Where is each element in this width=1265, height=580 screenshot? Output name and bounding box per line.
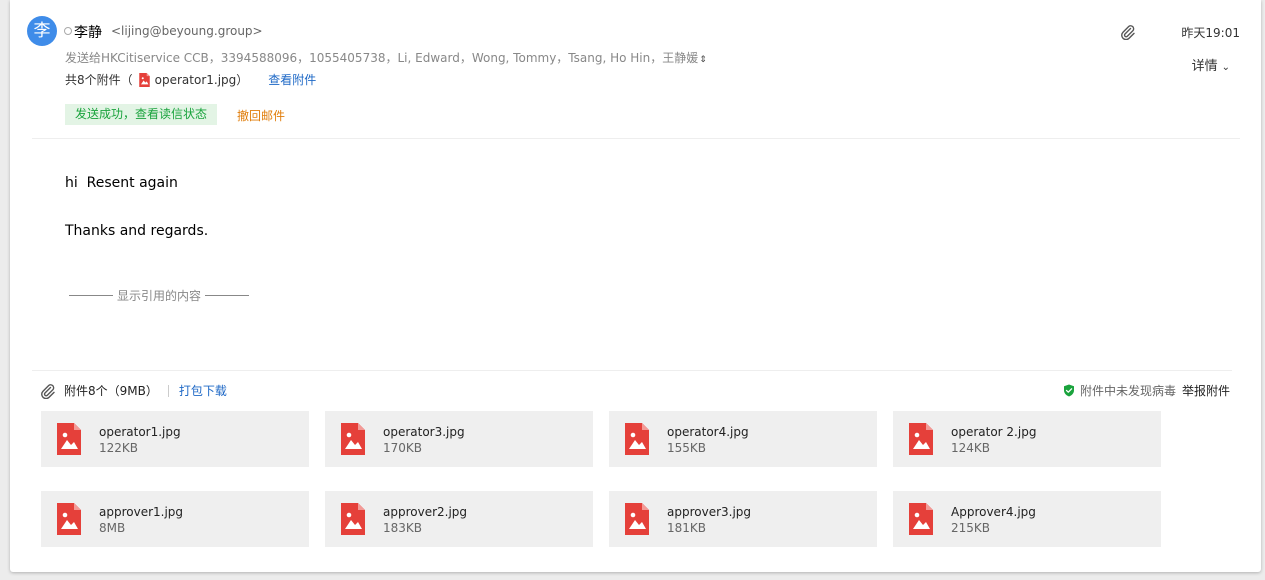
view-attachments-link[interactable]: 查看附件 (268, 71, 316, 88)
pack-download-link[interactable]: 打包下载 (179, 382, 227, 399)
attachment-size: 8MB (99, 521, 126, 535)
attachment-size: 155KB (667, 441, 707, 455)
header-divider (32, 138, 1240, 139)
expand-recipients-icon[interactable]: ⇕ (699, 55, 707, 65)
recall-mail-link[interactable]: 撤回邮件 (237, 107, 285, 124)
attachments-count-label: 附件8个（9MB） (64, 384, 158, 398)
body-line-1: hi Resent again (65, 175, 178, 191)
attachment-size: 215KB (951, 521, 991, 535)
attachment-size: 181KB (667, 521, 707, 535)
email-view-panel: 李 李静 <lijing@beyoung.group> 发送给HKCitiser… (10, 0, 1261, 572)
show-quoted-toggle[interactable]: 显示引用的内容 (65, 287, 253, 304)
attachments-divider (32, 370, 1232, 371)
attachment-name: operator1.jpg (99, 425, 181, 439)
attachment-name: approver1.jpg (99, 505, 184, 519)
virus-ok-text: 附件中未发现病毒 (1079, 384, 1176, 398)
attachment-name: approver3.jpg (667, 505, 752, 519)
quoted-line-right (205, 295, 250, 296)
image-file-icon (57, 503, 81, 535)
virus-scan-status: 附件中未发现病毒 举报附件 (1063, 382, 1230, 399)
image-file-icon (341, 423, 365, 455)
image-file-icon (909, 503, 933, 535)
image-file-icon (341, 503, 365, 535)
attachment-size: 124KB (951, 441, 991, 455)
attachment-name: Approver4.jpg (951, 505, 1036, 519)
recipients-line[interactable]: 发送给HKCitiservice CCB，3394588096，10554057… (65, 49, 707, 66)
attachment-name: operator4.jpg (667, 425, 749, 439)
attachment-name: operator3.jpg (383, 425, 465, 439)
attachment-card[interactable]: operator4.jpg 155KB (609, 411, 877, 467)
recipients-text: 发送给HKCitiservice CCB，3394588096，10554057… (65, 51, 699, 65)
attachment-card[interactable]: operator3.jpg 170KB (325, 411, 593, 467)
image-file-icon (909, 423, 933, 455)
separator (167, 384, 169, 397)
attachments-header: 附件8个（9MB） 打包下载 (40, 382, 227, 399)
image-file-icon (138, 72, 150, 87)
attachment-card[interactable]: Approver4.jpg 215KB (893, 491, 1161, 547)
avatar[interactable]: 李 (27, 16, 57, 46)
image-file-icon (57, 423, 81, 455)
attachment-card[interactable]: approver1.jpg 8MB (41, 491, 309, 547)
quoted-line-left (69, 295, 113, 296)
attachment-summary-close: ） (236, 73, 249, 87)
attachment-card[interactable]: approver3.jpg 181KB (609, 491, 877, 547)
details-toggle[interactable]: 详情 ⌄ (1192, 55, 1230, 74)
attachment-count-text: 共8个附件（ (65, 73, 133, 87)
send-status-badge[interactable]: 发送成功，查看读信状态 (65, 104, 218, 125)
sender-email[interactable]: <lijing@beyoung.group> (111, 24, 263, 38)
image-file-icon (625, 423, 649, 455)
paperclip-icon (40, 383, 56, 399)
attachment-card[interactable]: operator1.jpg 122KB (41, 411, 309, 467)
chevron-down-icon: ⌄ (1221, 62, 1230, 73)
attachment-card[interactable]: approver2.jpg 183KB (325, 491, 593, 547)
attachment-name: approver2.jpg (383, 505, 468, 519)
presence-dot-icon (64, 27, 72, 35)
shield-check-icon (1063, 384, 1075, 397)
report-attachment-link[interactable]: 举报附件 (1182, 382, 1230, 399)
attachment-size: 122KB (99, 441, 139, 455)
attachment-summary: 共8个附件（ operator1.jpg ） 查看附件 (65, 71, 316, 88)
sender-name[interactable]: 李静 (74, 22, 102, 42)
paperclip-icon[interactable] (1120, 24, 1136, 41)
attachment-size: 170KB (383, 441, 423, 455)
attachment-card[interactable]: operator 2.jpg 124KB (893, 411, 1161, 467)
attachment-name: operator 2.jpg (951, 425, 1037, 439)
details-label: 详情 (1191, 59, 1218, 74)
body-line-2: Thanks and regards. (65, 223, 209, 239)
attachment-size: 183KB (383, 521, 423, 535)
first-attachment-name[interactable]: operator1.jpg (155, 73, 237, 87)
image-file-icon (625, 503, 649, 535)
show-quoted-label: 显示引用的内容 (117, 289, 202, 303)
sent-time: 昨天19:01 (1181, 26, 1240, 40)
